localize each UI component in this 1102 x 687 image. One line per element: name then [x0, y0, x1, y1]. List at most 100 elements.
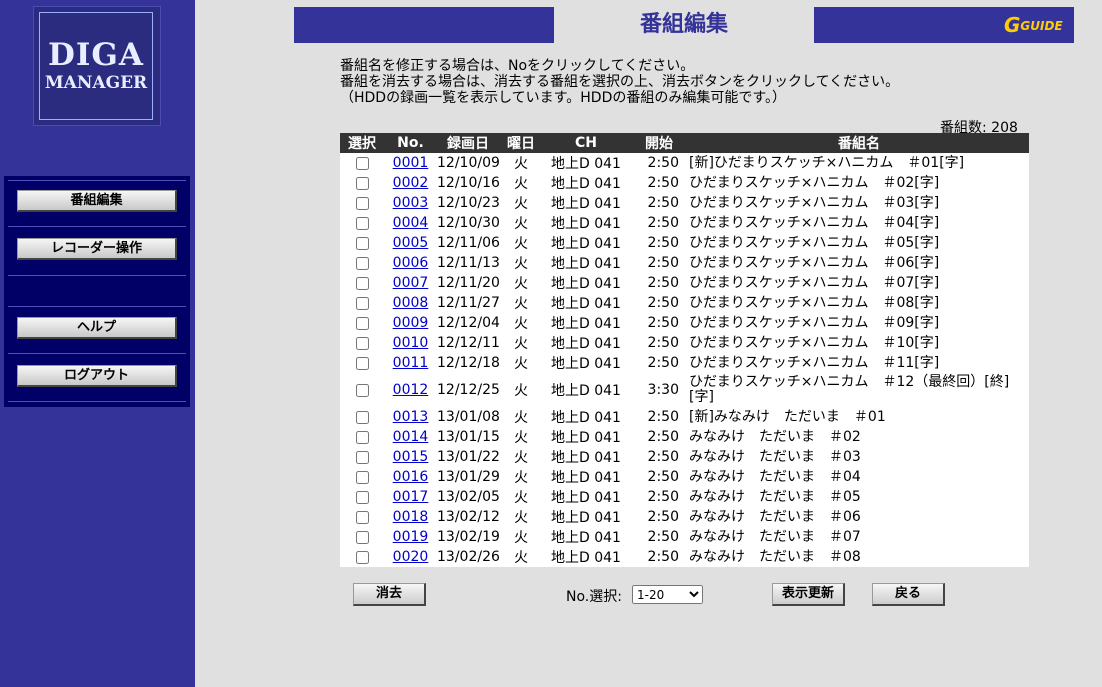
- refresh-button[interactable]: 表示更新: [772, 583, 845, 606]
- row-select-cell: [340, 527, 384, 547]
- row-channel: 地上D 041: [551, 510, 621, 526]
- row-date: 12/12/04: [437, 315, 500, 331]
- row-title: ひだまりスケッチ×ハニカム ＃05[字]: [689, 234, 940, 251]
- row-title: みなみけ ただいま ＃03: [689, 448, 861, 465]
- row-select-checkbox[interactable]: [355, 236, 369, 250]
- row-channel: 地上D 041: [551, 470, 621, 486]
- column-header-select: 選択: [340, 133, 384, 153]
- row-date: 12/12/18: [437, 355, 500, 371]
- row-channel: 地上D 041: [551, 216, 621, 232]
- row-day: 火: [514, 316, 528, 332]
- row-start-time: 2:50: [647, 409, 679, 425]
- row-select-checkbox[interactable]: [355, 490, 369, 504]
- row-select-checkbox[interactable]: [355, 316, 369, 330]
- row-select-checkbox[interactable]: [355, 336, 369, 350]
- back-button[interactable]: 戻る: [872, 583, 945, 606]
- row-select-checkbox[interactable]: [355, 510, 369, 524]
- row-select-checkbox[interactable]: [355, 156, 369, 170]
- row-date: 13/02/12: [437, 509, 500, 525]
- row-no-cell: 0016: [384, 467, 437, 487]
- row-select-checkbox[interactable]: [355, 530, 369, 544]
- row-select-checkbox[interactable]: [355, 383, 369, 397]
- menu-button-help[interactable]: ヘルプ: [17, 317, 177, 339]
- row-date: 13/01/29: [437, 469, 500, 485]
- row-no-link[interactable]: 0016: [393, 469, 429, 485]
- row-no-link[interactable]: 0008: [393, 295, 429, 311]
- delete-button[interactable]: 消去: [353, 583, 426, 606]
- no-range-select[interactable]: 1-20: [632, 585, 703, 604]
- table-row: 0004 12/10/30 火 地上D 041 2:50 ひだまりスケッチ×ハニカム ＃0…: [340, 213, 1029, 233]
- row-select-cell: [340, 467, 384, 487]
- page-title: 番組編集: [639, 12, 728, 37]
- header-bar-left: [294, 7, 554, 43]
- row-no-link[interactable]: 0019: [393, 529, 429, 545]
- row-no-link[interactable]: 0009: [393, 315, 429, 331]
- menu-divider: [8, 180, 186, 181]
- row-day: 火: [514, 550, 528, 566]
- row-day: 火: [514, 196, 528, 212]
- menu-button-program-edit[interactable]: 番組編集: [17, 190, 177, 212]
- row-channel: 地上D 041: [551, 410, 621, 426]
- row-select-checkbox[interactable]: [355, 470, 369, 484]
- row-select-checkbox[interactable]: [355, 216, 369, 230]
- row-day: 火: [514, 530, 528, 546]
- row-no-link[interactable]: 0006: [393, 255, 429, 271]
- row-no-link[interactable]: 0014: [393, 429, 429, 445]
- logo-frame: DIGA MANAGER: [39, 12, 153, 120]
- row-no-link[interactable]: 0013: [393, 409, 429, 425]
- table-row: 0019 13/02/19 火 地上D 041 2:50 みなみけ ただいま ＃07: [340, 527, 1029, 547]
- table-row: 0018 13/02/12 火 地上D 041 2:50 みなみけ ただいま ＃06: [340, 507, 1029, 527]
- row-start-time: 2:50: [647, 275, 679, 291]
- row-no-link[interactable]: 0010: [393, 335, 429, 351]
- row-date: 13/01/22: [437, 449, 500, 465]
- row-select-checkbox[interactable]: [355, 196, 369, 210]
- menu-button-recorder-control[interactable]: レコーダー操作: [17, 238, 177, 260]
- row-select-checkbox[interactable]: [355, 256, 369, 270]
- row-no-link[interactable]: 0002: [393, 175, 429, 191]
- row-title: みなみけ ただいま ＃06: [689, 508, 861, 525]
- row-select-checkbox[interactable]: [355, 296, 369, 310]
- row-no-link[interactable]: 0017: [393, 489, 429, 505]
- row-select-checkbox[interactable]: [355, 176, 369, 190]
- row-no-link[interactable]: 0012: [393, 382, 429, 398]
- row-day: 火: [514, 450, 528, 466]
- row-select-checkbox[interactable]: [355, 356, 369, 370]
- row-start-time: 2:50: [647, 355, 679, 371]
- row-select-checkbox[interactable]: [355, 276, 369, 290]
- row-select-checkbox[interactable]: [355, 430, 369, 444]
- row-no-cell: 0017: [384, 487, 437, 507]
- row-channel: 地上D 041: [551, 530, 621, 546]
- row-select-checkbox[interactable]: [355, 410, 369, 424]
- row-no-link[interactable]: 0003: [393, 195, 429, 211]
- row-no-cell: 0012: [384, 373, 437, 407]
- row-no-link[interactable]: 0018: [393, 509, 429, 525]
- row-day: 火: [514, 383, 528, 399]
- row-no-link[interactable]: 0020: [393, 549, 429, 565]
- row-day: 火: [514, 176, 528, 192]
- column-header-start: 開始: [629, 133, 689, 153]
- no-select-label: No.選択:: [566, 589, 622, 605]
- row-no-link[interactable]: 0004: [393, 215, 429, 231]
- column-header-no: No.: [384, 133, 437, 153]
- row-no-link[interactable]: 0011: [393, 355, 429, 371]
- row-no-link[interactable]: 0005: [393, 235, 429, 251]
- g-guide-logo: GGUIDE: [1004, 13, 1063, 37]
- row-channel: 地上D 041: [551, 490, 621, 506]
- row-title: みなみけ ただいま ＃04: [689, 468, 861, 485]
- row-select-cell: [340, 193, 384, 213]
- row-select-cell: [340, 427, 384, 447]
- row-no-link[interactable]: 0007: [393, 275, 429, 291]
- menu-button-logout[interactable]: ログアウト: [17, 365, 177, 387]
- column-header-ch: CH: [543, 133, 629, 153]
- nav-menu: 番組編集 レコーダー操作 ヘルプ ログアウト: [4, 176, 190, 407]
- row-select-cell: [340, 293, 384, 313]
- row-select-checkbox[interactable]: [355, 550, 369, 564]
- row-channel: 地上D 041: [551, 383, 621, 399]
- row-start-time: 2:50: [647, 195, 679, 211]
- table-row: 0017 13/02/05 火 地上D 041 2:50 みなみけ ただいま ＃05: [340, 487, 1029, 507]
- row-select-checkbox[interactable]: [355, 450, 369, 464]
- row-day: 火: [514, 410, 528, 426]
- row-no-link[interactable]: 0015: [393, 449, 429, 465]
- row-day: 火: [514, 490, 528, 506]
- row-no-link[interactable]: 0001: [393, 155, 429, 171]
